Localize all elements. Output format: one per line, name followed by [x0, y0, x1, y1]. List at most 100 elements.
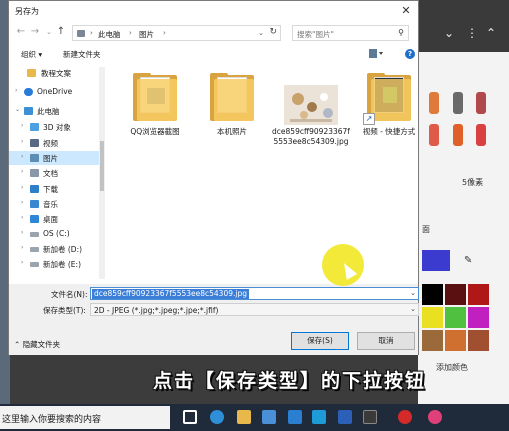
brush-icon[interactable] — [476, 92, 486, 114]
brush-icon[interactable] — [476, 124, 486, 146]
file-item-qq-screenshots[interactable]: QQ浏览器截图 — [116, 65, 194, 175]
file-item-videos-shortcut[interactable]: ↗ 视频 - 快捷方式 — [350, 65, 428, 175]
chevron-right-icon[interactable]: › — [163, 29, 166, 37]
color-swatch[interactable] — [445, 284, 466, 305]
chevron-right-icon[interactable]: › — [21, 122, 23, 129]
collapse-icon[interactable]: ⌃ — [486, 26, 496, 40]
hide-folders-toggle[interactable]: ⌃ 隐藏文件夹 — [14, 339, 60, 350]
chevron-right-icon[interactable]: › — [21, 244, 23, 251]
nav-item-this-pc[interactable]: ⌄ 此电脑 — [9, 104, 105, 118]
file-item-label: 本机照片 — [217, 127, 247, 136]
up-icon[interactable]: ↑ — [55, 26, 67, 37]
chevron-right-icon[interactable]: › — [21, 259, 23, 266]
brush-icon[interactable] — [453, 124, 463, 146]
nav-item-downloads[interactable]: › 下载 — [9, 182, 105, 196]
nav-item-documents[interactable]: › 文档 — [9, 166, 105, 180]
organize-button[interactable]: 组织 ▾ — [21, 49, 42, 60]
chevron-down-icon[interactable]: ⌄ — [15, 106, 20, 113]
eyedropper-icon[interactable]: ✎ — [464, 255, 472, 266]
file-item-local-photos[interactable]: 本机照片 — [193, 65, 271, 175]
nav-item-3d-objects[interactable]: › 3D 对象 — [9, 120, 105, 134]
chevron-right-icon[interactable]: › — [21, 214, 23, 221]
brush-icon[interactable] — [429, 124, 439, 146]
nav-scrollbar[interactable] — [99, 67, 105, 279]
chevron-right-icon[interactable]: › — [21, 153, 23, 160]
forward-icon[interactable]: → — [29, 26, 41, 37]
paint3d-icon[interactable] — [428, 410, 442, 424]
refresh-button[interactable]: ↻ — [269, 27, 277, 37]
nav-item-tutorial-docs[interactable]: 教程文案 — [9, 66, 105, 80]
filename-field[interactable]: dce859cff90923367f5553ee8c54309.jpg ⌄ — [90, 287, 419, 300]
more-icon[interactable]: ⋮ — [466, 26, 478, 40]
color-swatch[interactable] — [422, 284, 443, 305]
folder-icon — [133, 73, 177, 121]
nav-item-label: 桌面 — [43, 215, 58, 224]
task-view-icon[interactable] — [183, 410, 197, 424]
save-button[interactable]: 保存(S) — [291, 332, 349, 350]
nav-item-desktop[interactable]: › 桌面 — [9, 212, 105, 226]
scrollbar-thumb[interactable] — [100, 141, 104, 191]
address-bar[interactable]: › 此电脑 › 图片 › ⌄ ↻ — [72, 25, 281, 41]
desktop-icon — [30, 215, 39, 223]
breadcrumb-this-pc[interactable]: 此电脑 — [98, 29, 121, 40]
mail-icon[interactable] — [288, 410, 302, 424]
chevron-right-icon[interactable]: › — [129, 29, 132, 37]
filetype-value: 2D - JPEG (*.jpg;*.jpeg;*.jpe;*.jfif) — [94, 306, 219, 315]
chevron-right-icon[interactable]: › — [90, 29, 93, 37]
chevron-down-icon[interactable]: ⌄ — [410, 305, 416, 313]
chevron-right-icon[interactable]: › — [21, 138, 23, 145]
back-icon[interactable]: ← — [15, 26, 27, 37]
record-icon[interactable] — [398, 410, 412, 424]
color-swatch[interactable] — [422, 330, 443, 351]
chevron-right-icon[interactable]: › — [21, 229, 23, 236]
color-swatch[interactable] — [468, 330, 489, 351]
color-swatch[interactable] — [468, 307, 489, 328]
taskbar-search[interactable]: 这里输入你要搜索的内容 — [0, 406, 170, 429]
file-explorer-icon[interactable] — [237, 410, 251, 424]
search-input[interactable]: 搜索"图片" — [297, 29, 334, 40]
filename-input[interactable]: dce859cff90923367f5553ee8c54309.jpg — [92, 289, 249, 299]
nav-item-onedrive[interactable]: › OneDrive — [9, 85, 105, 99]
chevron-right-icon[interactable]: › — [21, 168, 23, 175]
nav-item-music[interactable]: › 音乐 — [9, 197, 105, 211]
help-icon[interactable]: ? — [405, 49, 415, 59]
edge-icon[interactable] — [210, 410, 224, 424]
breadcrumb-pictures[interactable]: 图片 — [139, 29, 154, 40]
store-icon[interactable] — [262, 410, 276, 424]
nav-item-pictures[interactable]: › 图片 — [9, 151, 105, 165]
image-thumbnail — [284, 85, 338, 125]
nav-item-drive-c[interactable]: › OS (C:) — [9, 227, 105, 241]
brush-icon[interactable] — [453, 92, 463, 114]
taskbar-search-input[interactable]: 这里输入你要搜索的内容 — [2, 412, 101, 425]
word-icon[interactable] — [338, 410, 352, 424]
chevron-right-icon[interactable]: › — [15, 87, 17, 94]
cancel-button[interactable]: 取消 — [357, 332, 415, 350]
chevron-right-icon[interactable]: › — [21, 199, 23, 206]
close-button[interactable]: ✕ — [398, 3, 414, 18]
color-swatch[interactable] — [445, 307, 466, 328]
nav-item-drive-d[interactable]: › 新加卷 (D:) — [9, 242, 105, 256]
color-swatch[interactable] — [422, 250, 450, 271]
dropdown-icon[interactable]: ⌄ — [444, 26, 454, 40]
nav-item-videos[interactable]: › 视频 — [9, 136, 105, 150]
chevron-down-icon[interactable]: ⌄ — [410, 289, 416, 297]
nav-item-label: 文档 — [43, 169, 58, 178]
search-box[interactable]: 搜索"图片" ⚲ — [292, 25, 409, 41]
chevron-down-icon[interactable]: ⌄ — [258, 29, 264, 37]
brush-icon[interactable] — [429, 92, 439, 114]
recent-dropdown-icon[interactable]: ⌄ — [43, 28, 55, 36]
search-icon[interactable]: ⚲ — [398, 28, 404, 37]
add-color-text[interactable]: 添加颜色 — [436, 362, 468, 373]
chevron-right-icon[interactable]: › — [21, 184, 23, 191]
nav-item-drive-e[interactable]: › 新加卷 (E:) — [9, 257, 105, 271]
filetype-select[interactable]: 2D - JPEG (*.jpg;*.jpeg;*.jpe;*.jfif) ⌄ — [90, 303, 419, 316]
view-options-icon[interactable] — [369, 49, 383, 58]
cloud-icon — [24, 88, 33, 96]
color-swatch[interactable] — [422, 307, 443, 328]
color-swatch[interactable] — [445, 330, 466, 351]
color-swatch[interactable] — [468, 284, 489, 305]
file-item-jpg[interactable]: dce859cff90923367f5553ee8c54309.jpg — [272, 65, 350, 175]
app-icon[interactable] — [363, 410, 377, 424]
new-folder-button[interactable]: 新建文件夹 — [63, 49, 101, 60]
app-icon[interactable] — [312, 410, 326, 424]
